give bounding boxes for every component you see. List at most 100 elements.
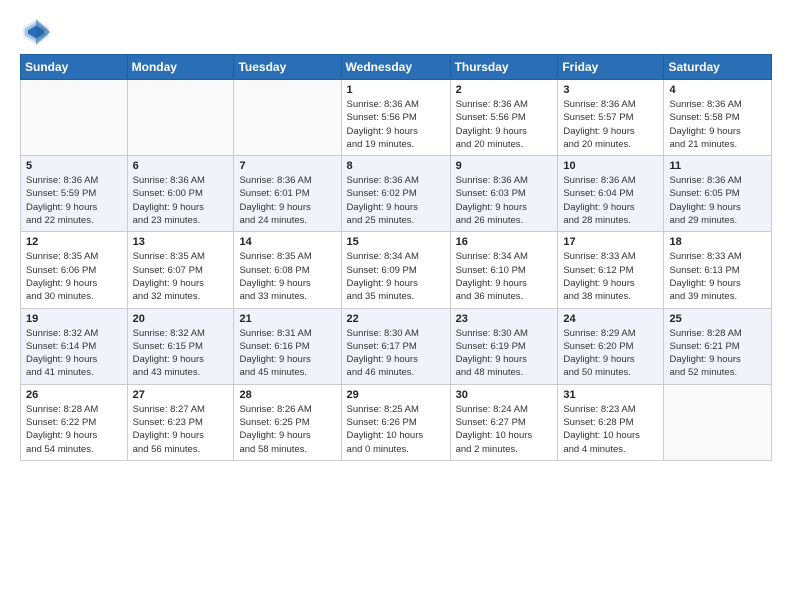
day-number: 7 bbox=[239, 160, 335, 172]
calendar-cell bbox=[21, 80, 128, 156]
day-info: Sunrise: 8:36 AM Sunset: 6:02 PM Dayligh… bbox=[347, 174, 445, 227]
calendar-table: SundayMondayTuesdayWednesdayThursdayFrid… bbox=[20, 54, 772, 461]
day-number: 15 bbox=[347, 236, 445, 248]
calendar-cell: 2 Sunrise: 8:36 AM Sunset: 5:56 PM Daylig… bbox=[450, 80, 558, 156]
day-info: Sunrise: 8:31 AM Sunset: 6:16 PM Dayligh… bbox=[239, 327, 335, 380]
calendar-cell: 19Sunrise: 8:32 AM Sunset: 6:14 PM Dayli… bbox=[21, 308, 128, 384]
day-number: 11 bbox=[669, 160, 766, 172]
day-info: Sunrise: 8:28 AM Sunset: 6:22 PM Dayligh… bbox=[26, 403, 122, 456]
calendar-week-row: 5 Sunrise: 8:36 AM Sunset: 5:59 PM Daylig… bbox=[21, 156, 772, 232]
calendar-week-row: 19Sunrise: 8:32 AM Sunset: 6:14 PM Dayli… bbox=[21, 308, 772, 384]
page: SundayMondayTuesdayWednesdayThursdayFrid… bbox=[0, 0, 792, 612]
day-number: 4 bbox=[669, 84, 766, 96]
day-info: Sunrise: 8:25 AM Sunset: 6:26 PM Dayligh… bbox=[347, 403, 445, 456]
day-info: Sunrise: 8:36 AM Sunset: 5:59 PM Dayligh… bbox=[26, 174, 122, 227]
day-number: 28 bbox=[239, 389, 335, 401]
calendar-week-row: 1 Sunrise: 8:36 AM Sunset: 5:56 PM Daylig… bbox=[21, 80, 772, 156]
day-info: Sunrise: 8:36 AM Sunset: 6:01 PM Dayligh… bbox=[239, 174, 335, 227]
calendar-cell: 11 Sunrise: 8:36 AM Sunset: 6:05 PM Dayli… bbox=[664, 156, 772, 232]
weekday-header-saturday: Saturday bbox=[664, 55, 772, 80]
calendar-cell: 30 Sunrise: 8:24 AM Sunset: 6:27 PM Dayli… bbox=[450, 384, 558, 460]
weekday-header-monday: Monday bbox=[127, 55, 234, 80]
day-info: Sunrise: 8:36 AM Sunset: 6:00 PM Dayligh… bbox=[133, 174, 229, 227]
calendar-cell: 6 Sunrise: 8:36 AM Sunset: 6:00 PM Daylig… bbox=[127, 156, 234, 232]
day-info: Sunrise: 8:33 AM Sunset: 6:13 PM Dayligh… bbox=[669, 250, 766, 303]
day-number: 25 bbox=[669, 313, 766, 325]
calendar-cell: 8Sunrise: 8:36 AM Sunset: 6:02 PM Daylig… bbox=[341, 156, 450, 232]
day-number: 22 bbox=[347, 313, 445, 325]
day-info: Sunrise: 8:23 AM Sunset: 6:28 PM Dayligh… bbox=[563, 403, 658, 456]
header bbox=[20, 16, 772, 48]
calendar-cell: 29 Sunrise: 8:25 AM Sunset: 6:26 PM Dayli… bbox=[341, 384, 450, 460]
day-info: Sunrise: 8:36 AM Sunset: 6:05 PM Dayligh… bbox=[669, 174, 766, 227]
day-info: Sunrise: 8:35 AM Sunset: 6:07 PM Dayligh… bbox=[133, 250, 229, 303]
day-info: Sunrise: 8:36 AM Sunset: 5:58 PM Dayligh… bbox=[669, 98, 766, 151]
day-number: 3 bbox=[563, 84, 658, 96]
calendar-cell: 27 Sunrise: 8:27 AM Sunset: 6:23 PM Dayli… bbox=[127, 384, 234, 460]
calendar-cell: 28 Sunrise: 8:26 AM Sunset: 6:25 PM Dayli… bbox=[234, 384, 341, 460]
day-number: 2 bbox=[456, 84, 553, 96]
calendar-cell: 26 Sunrise: 8:28 AM Sunset: 6:22 PM Dayli… bbox=[21, 384, 128, 460]
day-number: 30 bbox=[456, 389, 553, 401]
calendar-cell: 24Sunrise: 8:29 AM Sunset: 6:20 PM Dayli… bbox=[558, 308, 664, 384]
day-number: 19 bbox=[26, 313, 122, 325]
calendar-cell: 12 Sunrise: 8:35 AM Sunset: 6:06 PM Dayli… bbox=[21, 232, 128, 308]
day-info: Sunrise: 8:24 AM Sunset: 6:27 PM Dayligh… bbox=[456, 403, 553, 456]
calendar-cell: 15Sunrise: 8:34 AM Sunset: 6:09 PM Dayli… bbox=[341, 232, 450, 308]
day-number: 5 bbox=[26, 160, 122, 172]
calendar-cell: 25 Sunrise: 8:28 AM Sunset: 6:21 PM Dayli… bbox=[664, 308, 772, 384]
calendar-cell: 14Sunrise: 8:35 AM Sunset: 6:08 PM Dayli… bbox=[234, 232, 341, 308]
calendar-cell: 9 Sunrise: 8:36 AM Sunset: 6:03 PM Daylig… bbox=[450, 156, 558, 232]
calendar-cell: 16Sunrise: 8:34 AM Sunset: 6:10 PM Dayli… bbox=[450, 232, 558, 308]
calendar-cell: 17Sunrise: 8:33 AM Sunset: 6:12 PM Dayli… bbox=[558, 232, 664, 308]
day-info: Sunrise: 8:36 AM Sunset: 5:56 PM Dayligh… bbox=[347, 98, 445, 151]
day-info: Sunrise: 8:26 AM Sunset: 6:25 PM Dayligh… bbox=[239, 403, 335, 456]
day-number: 6 bbox=[133, 160, 229, 172]
calendar-cell: 31 Sunrise: 8:23 AM Sunset: 6:28 PM Dayli… bbox=[558, 384, 664, 460]
calendar-cell: 1 Sunrise: 8:36 AM Sunset: 5:56 PM Daylig… bbox=[341, 80, 450, 156]
day-number: 12 bbox=[26, 236, 122, 248]
calendar-cell: 18 Sunrise: 8:33 AM Sunset: 6:13 PM Dayli… bbox=[664, 232, 772, 308]
day-number: 31 bbox=[563, 389, 658, 401]
day-number: 17 bbox=[563, 236, 658, 248]
weekday-header-row: SundayMondayTuesdayWednesdayThursdayFrid… bbox=[21, 55, 772, 80]
day-info: Sunrise: 8:36 AM Sunset: 6:03 PM Dayligh… bbox=[456, 174, 553, 227]
day-number: 9 bbox=[456, 160, 553, 172]
day-number: 10 bbox=[563, 160, 658, 172]
day-number: 24 bbox=[563, 313, 658, 325]
day-number: 27 bbox=[133, 389, 229, 401]
weekday-header-tuesday: Tuesday bbox=[234, 55, 341, 80]
day-info: Sunrise: 8:36 AM Sunset: 5:56 PM Dayligh… bbox=[456, 98, 553, 151]
day-info: Sunrise: 8:30 AM Sunset: 6:19 PM Dayligh… bbox=[456, 327, 553, 380]
calendar-cell: 7 Sunrise: 8:36 AM Sunset: 6:01 PM Daylig… bbox=[234, 156, 341, 232]
calendar-cell bbox=[664, 384, 772, 460]
day-number: 18 bbox=[669, 236, 766, 248]
day-info: Sunrise: 8:35 AM Sunset: 6:08 PM Dayligh… bbox=[239, 250, 335, 303]
day-number: 20 bbox=[133, 313, 229, 325]
day-info: Sunrise: 8:28 AM Sunset: 6:21 PM Dayligh… bbox=[669, 327, 766, 380]
calendar-cell: 20 Sunrise: 8:32 AM Sunset: 6:15 PM Dayli… bbox=[127, 308, 234, 384]
day-info: Sunrise: 8:32 AM Sunset: 6:15 PM Dayligh… bbox=[133, 327, 229, 380]
weekday-header-sunday: Sunday bbox=[21, 55, 128, 80]
calendar-week-row: 26 Sunrise: 8:28 AM Sunset: 6:22 PM Dayli… bbox=[21, 384, 772, 460]
calendar-cell bbox=[127, 80, 234, 156]
calendar-cell: 3 Sunrise: 8:36 AM Sunset: 5:57 PM Daylig… bbox=[558, 80, 664, 156]
day-number: 26 bbox=[26, 389, 122, 401]
weekday-header-friday: Friday bbox=[558, 55, 664, 80]
calendar-cell: 5 Sunrise: 8:36 AM Sunset: 5:59 PM Daylig… bbox=[21, 156, 128, 232]
calendar-cell: 21Sunrise: 8:31 AM Sunset: 6:16 PM Dayli… bbox=[234, 308, 341, 384]
day-number: 29 bbox=[347, 389, 445, 401]
day-info: Sunrise: 8:36 AM Sunset: 5:57 PM Dayligh… bbox=[563, 98, 658, 151]
calendar-cell: 22Sunrise: 8:30 AM Sunset: 6:17 PM Dayli… bbox=[341, 308, 450, 384]
weekday-header-wednesday: Wednesday bbox=[341, 55, 450, 80]
weekday-header-thursday: Thursday bbox=[450, 55, 558, 80]
calendar-cell: 10 Sunrise: 8:36 AM Sunset: 6:04 PM Dayli… bbox=[558, 156, 664, 232]
calendar-cell: 4 Sunrise: 8:36 AM Sunset: 5:58 PM Daylig… bbox=[664, 80, 772, 156]
day-number: 1 bbox=[347, 84, 445, 96]
day-info: Sunrise: 8:36 AM Sunset: 6:04 PM Dayligh… bbox=[563, 174, 658, 227]
logo bbox=[20, 16, 56, 48]
day-info: Sunrise: 8:27 AM Sunset: 6:23 PM Dayligh… bbox=[133, 403, 229, 456]
day-info: Sunrise: 8:35 AM Sunset: 6:06 PM Dayligh… bbox=[26, 250, 122, 303]
logo-icon bbox=[20, 16, 52, 48]
day-number: 16 bbox=[456, 236, 553, 248]
